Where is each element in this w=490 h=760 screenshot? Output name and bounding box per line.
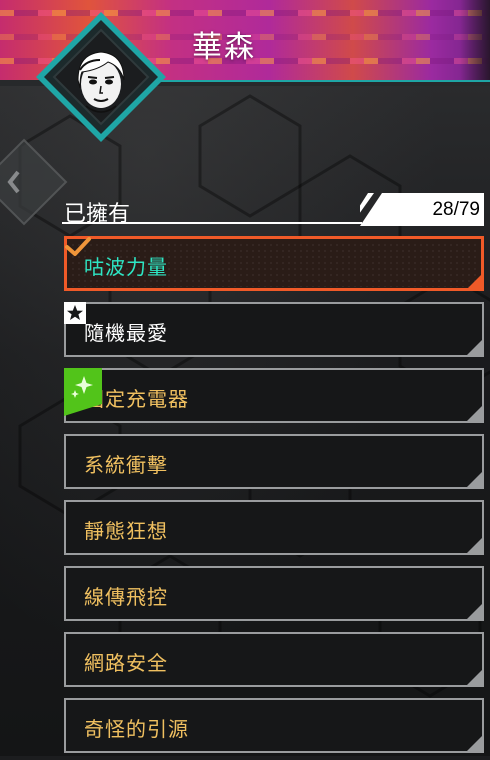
item-label: 隨機最愛 <box>84 321 168 345</box>
owned-count: 28/79 <box>432 199 480 220</box>
list-item-selected[interactable]: 咕波力量 <box>64 236 484 291</box>
item-label: 系統衝擊 <box>84 453 168 477</box>
character-name: 華森 <box>192 30 256 65</box>
owned-divider <box>62 222 362 224</box>
item-label: 奇怪的引源 <box>84 717 189 741</box>
item-label: 靜態狂想 <box>84 519 168 543</box>
header-shade <box>460 0 490 86</box>
item-label: 線傳飛控 <box>84 585 168 609</box>
check-icon <box>65 237 91 256</box>
header-accent-line <box>130 80 490 82</box>
list-item[interactable]: 靜態狂想 <box>64 500 484 555</box>
list-item[interactable]: 網路安全 <box>64 632 484 687</box>
list-item[interactable]: 固定充電器 <box>64 368 484 423</box>
list-item[interactable]: 奇怪的引源 <box>64 698 484 753</box>
list-item[interactable]: 線傳飛控 <box>64 566 484 621</box>
avatar <box>36 12 166 142</box>
list-item[interactable]: 系統衝擊 <box>64 434 484 489</box>
star-icon <box>64 302 86 324</box>
item-label: 咕波力量 <box>84 255 168 279</box>
list-item[interactable]: 隨機最愛 <box>64 302 484 357</box>
item-label: 網路安全 <box>84 651 168 675</box>
back-arrow-icon[interactable] <box>0 132 74 232</box>
sparkle-icon <box>64 368 102 416</box>
